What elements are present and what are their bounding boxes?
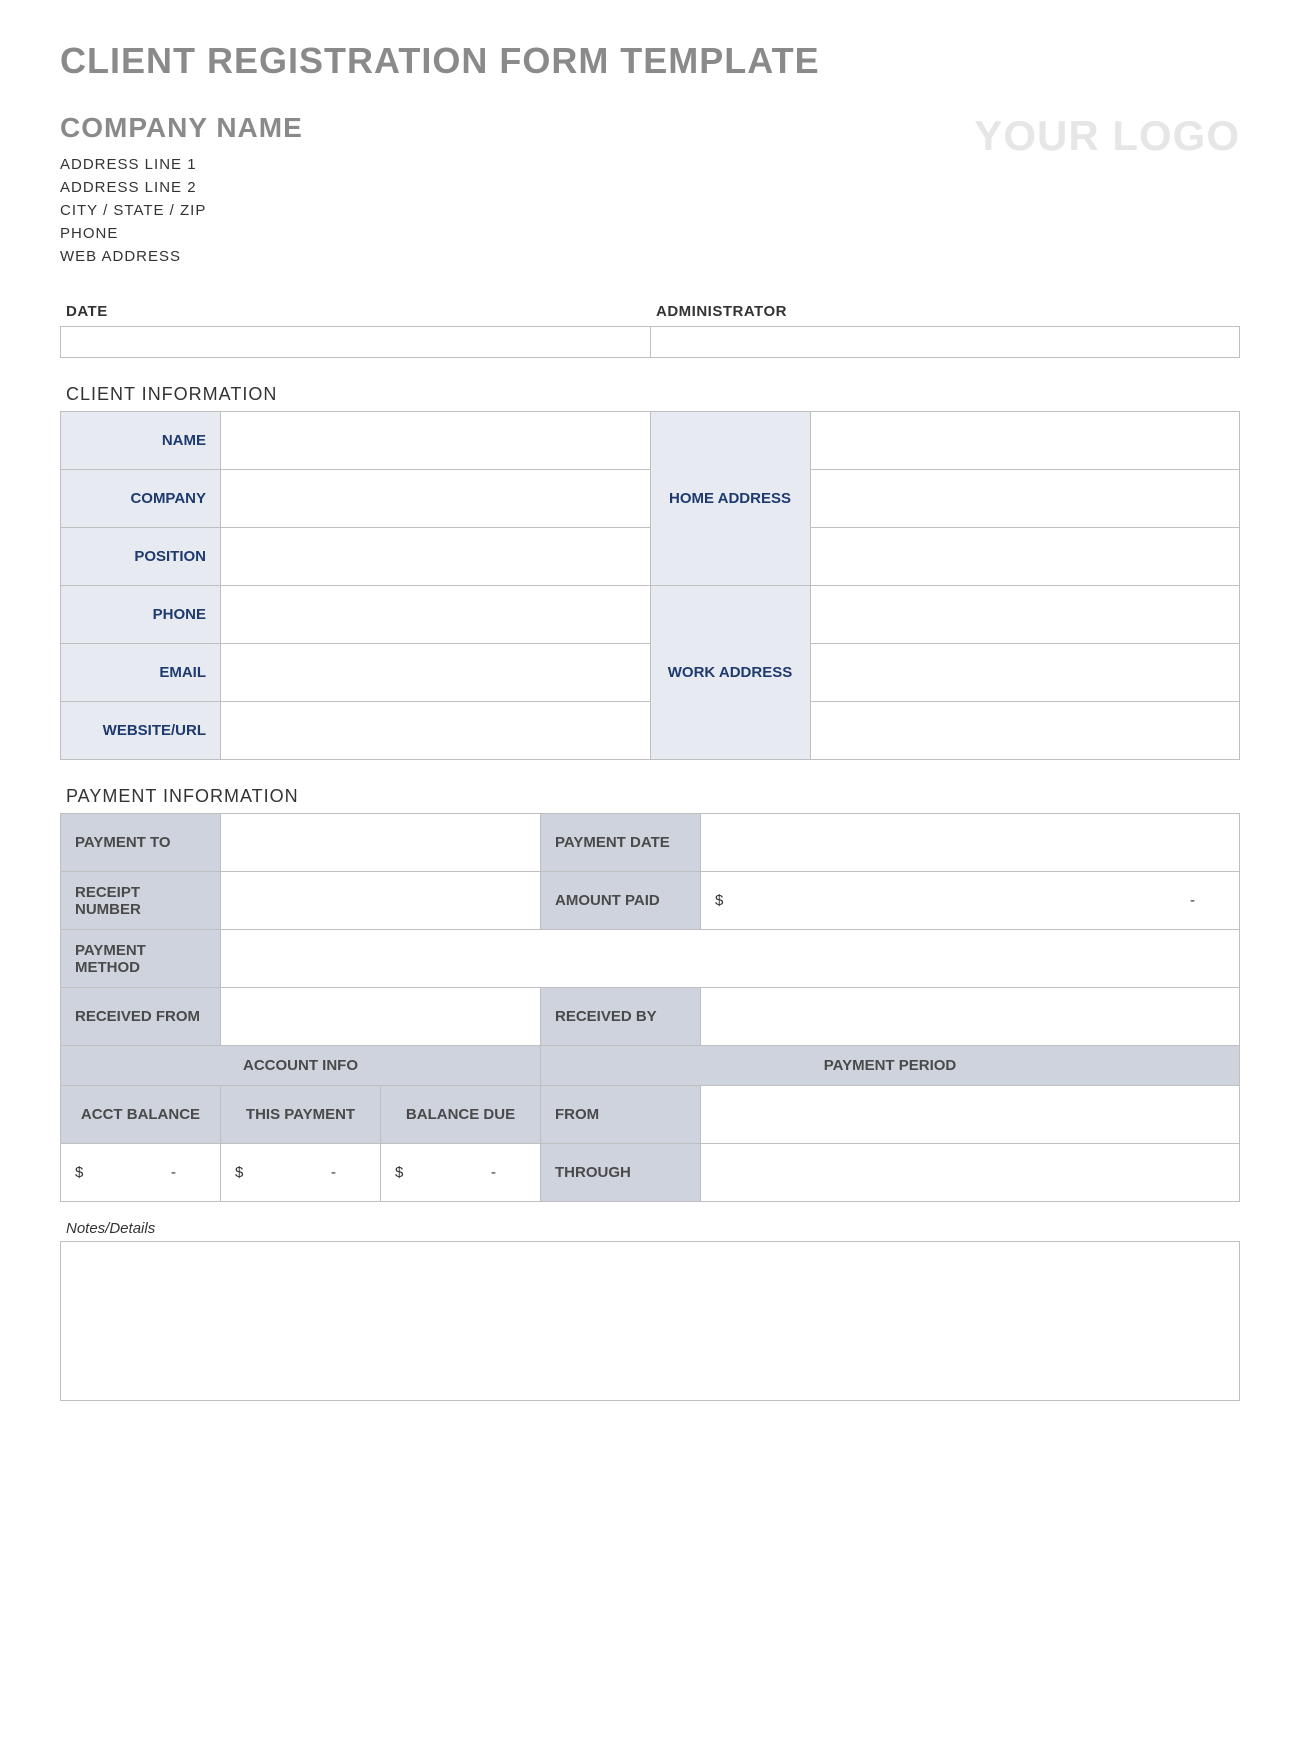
home-address-input-2[interactable] xyxy=(810,470,1240,528)
amount-paid-label: AMOUNT PAID xyxy=(541,872,701,930)
name-label: NAME xyxy=(61,412,221,470)
name-input[interactable] xyxy=(221,412,651,470)
notes-input[interactable] xyxy=(60,1241,1240,1401)
payment-to-label: PAYMENT TO xyxy=(61,814,221,872)
website-label: WEBSITE/URL xyxy=(61,702,221,760)
address-line-1: ADDRESS LINE 1 xyxy=(60,156,303,173)
payment-to-input[interactable] xyxy=(221,814,541,872)
website-input[interactable] xyxy=(221,702,651,760)
home-address-input-1[interactable] xyxy=(810,412,1240,470)
this-payment-label: THIS PAYMENT xyxy=(221,1086,381,1144)
company-name: COMPANY NAME xyxy=(60,112,303,144)
administrator-label: ADMINISTRATOR xyxy=(650,299,1240,324)
through-label: THROUGH xyxy=(541,1144,701,1202)
work-address-label: WORK ADDRESS xyxy=(650,586,810,760)
position-label: POSITION xyxy=(61,528,221,586)
email-input[interactable] xyxy=(221,644,651,702)
from-input[interactable] xyxy=(701,1086,1240,1144)
page-title: CLIENT REGISTRATION FORM TEMPLATE xyxy=(60,40,1240,82)
payment-info-section-title: PAYMENT INFORMATION xyxy=(66,786,1240,807)
date-label: DATE xyxy=(60,299,650,324)
through-input[interactable] xyxy=(701,1144,1240,1202)
acct-balance-label: ACCT BALANCE xyxy=(61,1086,221,1144)
web-address: WEB ADDRESS xyxy=(60,248,303,265)
company-label: COMPANY xyxy=(61,470,221,528)
date-admin-row: DATE ADMINISTRATOR xyxy=(60,299,1240,358)
from-label: FROM xyxy=(541,1086,701,1144)
logo-placeholder: YOUR LOGO xyxy=(974,112,1240,160)
payment-info-table: PAYMENT TO PAYMENT DATE RECEIPT NUMBER A… xyxy=(60,813,1240,1202)
receipt-number-label: RECEIPT NUMBER xyxy=(61,872,221,930)
city-state-zip: CITY / STATE / ZIP xyxy=(60,202,303,219)
balance-due-input[interactable]: $- xyxy=(381,1144,541,1202)
amount-paid-input[interactable]: $- xyxy=(701,872,1240,930)
address-line-2: ADDRESS LINE 2 xyxy=(60,179,303,196)
phone-label: PHONE xyxy=(61,586,221,644)
home-address-input-3[interactable] xyxy=(810,528,1240,586)
email-label: EMAIL xyxy=(61,644,221,702)
payment-period-header: PAYMENT PERIOD xyxy=(541,1046,1240,1086)
received-from-label: RECEIVED FROM xyxy=(61,988,221,1046)
administrator-input[interactable] xyxy=(650,326,1240,358)
payment-method-input[interactable] xyxy=(221,930,1240,988)
received-by-label: RECEIVED BY xyxy=(541,988,701,1046)
acct-balance-input[interactable]: $- xyxy=(61,1144,221,1202)
date-input[interactable] xyxy=(60,326,650,358)
notes-label: Notes/Details xyxy=(66,1220,1240,1237)
receipt-number-input[interactable] xyxy=(221,872,541,930)
account-info-header: ACCOUNT INFO xyxy=(61,1046,541,1086)
company-phone: PHONE xyxy=(60,225,303,242)
position-input[interactable] xyxy=(221,528,651,586)
client-info-table: NAME HOME ADDRESS COMPANY POSITION PHONE… xyxy=(60,411,1240,760)
payment-date-label: PAYMENT DATE xyxy=(541,814,701,872)
client-info-section-title: CLIENT INFORMATION xyxy=(66,384,1240,405)
work-address-input-1[interactable] xyxy=(810,586,1240,644)
this-payment-input[interactable]: $- xyxy=(221,1144,381,1202)
balance-due-label: BALANCE DUE xyxy=(381,1086,541,1144)
home-address-label: HOME ADDRESS xyxy=(650,412,810,586)
work-address-input-2[interactable] xyxy=(810,644,1240,702)
work-address-input-3[interactable] xyxy=(810,702,1240,760)
company-input[interactable] xyxy=(221,470,651,528)
header-row: COMPANY NAME ADDRESS LINE 1 ADDRESS LINE… xyxy=(60,112,1240,271)
payment-method-label: PAYMENT METHOD xyxy=(61,930,221,988)
received-by-input[interactable] xyxy=(701,988,1240,1046)
received-from-input[interactable] xyxy=(221,988,541,1046)
payment-date-input[interactable] xyxy=(701,814,1240,872)
phone-input[interactable] xyxy=(221,586,651,644)
company-block: COMPANY NAME ADDRESS LINE 1 ADDRESS LINE… xyxy=(60,112,303,271)
